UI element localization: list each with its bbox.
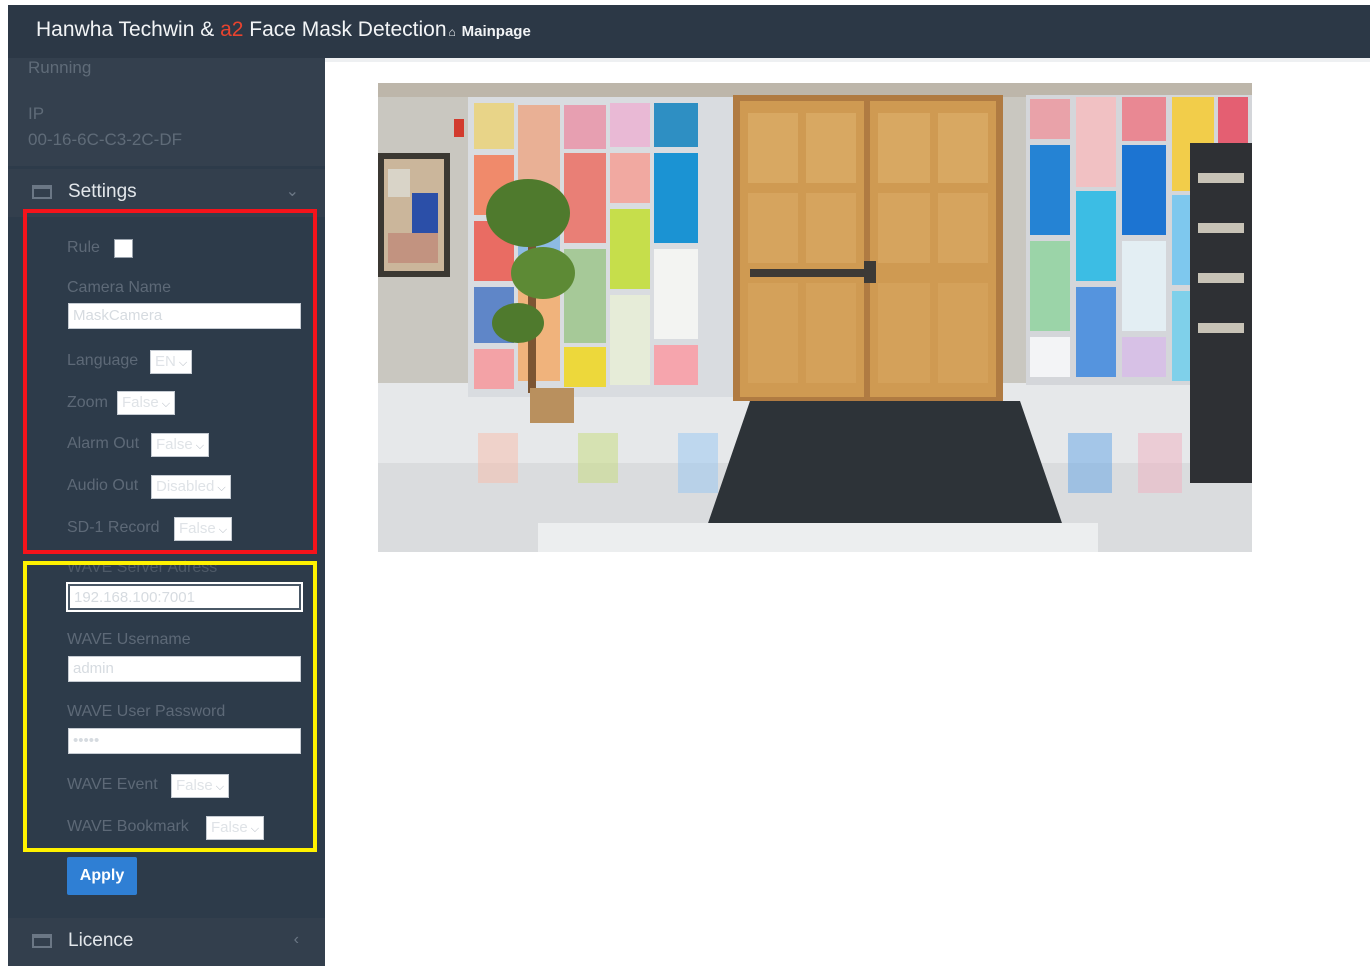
camera-frame-image [378,83,1252,552]
ip-label: IP [28,104,45,123]
yellow-highlight-frame [23,561,317,852]
camera-live-view [378,83,1252,552]
red-highlight-frame [23,209,317,554]
content-top-strip [325,58,1370,62]
licence-title: Licence [68,930,134,951]
device-info-panel: Running IP 00-16-6C-C3-2C-DF [8,58,325,166]
brand-accent: a2 [220,18,244,41]
chevron-down-icon: ⌄ [285,183,299,200]
settings-title: Settings [68,181,137,202]
licence-section-header[interactable]: Licence ‹ [8,918,325,966]
licence-window-icon [32,934,52,948]
brand-title: Hanwha Techwin & a2 Face Mask Detection ⌂… [36,18,531,42]
top-navbar: Hanwha Techwin & a2 Face Mask Detection ⌂… [8,5,1370,58]
brand-prefix: Hanwha Techwin & [36,18,221,41]
brand-suffix: Face Mask Detection [243,18,447,41]
chevron-left-icon: ‹ [293,931,299,948]
settings-window-icon [32,185,52,199]
apply-button[interactable]: Apply [67,857,137,895]
home-icon[interactable]: ⌂ [449,25,456,39]
mac-address: 00-16-6C-C3-2C-DF [28,130,182,149]
status-running: Running [28,58,92,77]
mainpage-link[interactable]: Mainpage [462,23,531,40]
